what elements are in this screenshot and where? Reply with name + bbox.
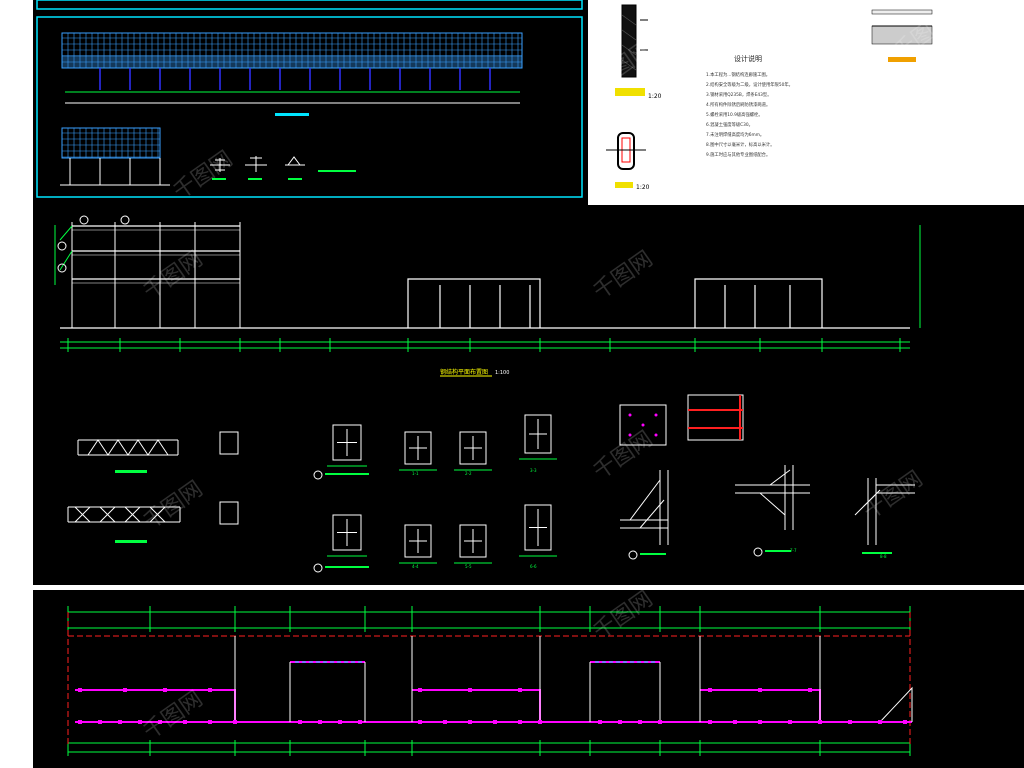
note-line: 7.未注明焊缝高度均为6mm。 <box>706 131 764 138</box>
watermark-text: 千图网 <box>859 467 927 525</box>
section-label: 7-7 <box>790 548 797 553</box>
plan-scale: 1:100 <box>495 370 509 376</box>
cad-drawing: 1:20 1:20 设计说明 1.本工程为...钢结构连廊施工图。 2.结构安全等… <box>36 0 958 756</box>
note-line: 4.所有构件除锈后刷防锈漆两道。 <box>706 101 770 108</box>
watermark-text: 千图网 <box>169 147 237 205</box>
note-line: 9.施工时应与其他专业图纸配合。 <box>706 151 770 158</box>
note-line: 1.本工程为...钢结构连廊施工图。 <box>706 71 770 78</box>
watermark-text: 千图网 <box>139 477 207 535</box>
watermark-text: 千图网 <box>139 687 207 745</box>
short-truss-elevation <box>61 127 161 185</box>
watermark: 千图网千图网千图网千图网千图网千图网千图网千图网千图网千图网 <box>139 7 957 745</box>
plan-title: 钢结构平面布置图 <box>440 368 488 376</box>
section-label: 5-5 <box>465 564 472 569</box>
title-bar <box>275 113 309 116</box>
detail-scale-2: 1:20 <box>636 184 650 191</box>
section-label: 6-6 <box>530 564 537 569</box>
small-detail-labels <box>212 170 356 180</box>
note-line: 5.螺栓采用10.9级高强螺栓。 <box>706 111 763 118</box>
perimeter-walls <box>75 661 912 723</box>
detail-scale-1: 1:20 <box>648 93 662 100</box>
section-label: 4-4 <box>412 564 419 569</box>
note-line: 8.图中尺寸以毫米计，标高以米计。 <box>706 141 775 148</box>
section-label: 8-8 <box>880 554 887 559</box>
section-details <box>327 414 557 564</box>
watermark-text: 千图网 <box>589 427 657 485</box>
section-captions <box>325 473 892 568</box>
section-label: 1-1 <box>412 471 419 476</box>
column-detail: 1:20 1:20 <box>606 4 662 191</box>
note-line: 6.混凝土强度等级C30。 <box>706 121 753 128</box>
section-label: 2-2 <box>465 471 472 476</box>
long-truss-elevation <box>61 32 523 90</box>
note-line: 3.钢材采用Q235B，焊条E43型。 <box>706 91 772 98</box>
note-line: 2.结构安全等级为二级，设计使用年限50年。 <box>706 81 793 88</box>
watermark-text: 千图网 <box>139 247 207 305</box>
bottom-panel <box>67 606 913 756</box>
design-notes: 设计说明 1.本工程为...钢结构连廊施工图。 2.结构安全等级为二级，设计使用年… <box>706 54 793 158</box>
watermark-text: 千图网 <box>589 247 657 305</box>
notes-title: 设计说明 <box>734 54 762 63</box>
section-label: 3-3 <box>530 468 537 473</box>
frame-elevation-left <box>54 215 241 328</box>
top-left-panel <box>36 0 583 198</box>
small-sections <box>219 431 239 525</box>
